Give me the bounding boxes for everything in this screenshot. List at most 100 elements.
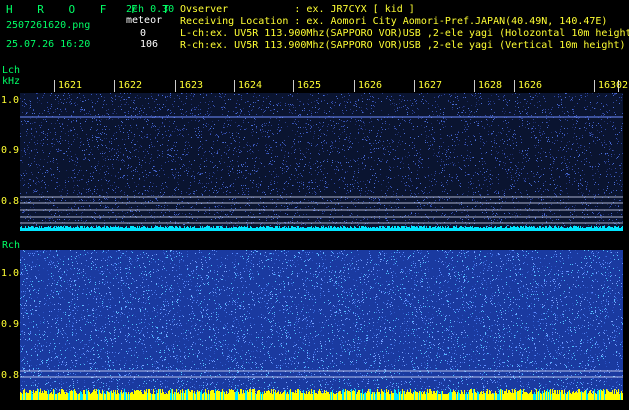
noise-pixel [611,215,612,216]
noise-pixel [451,206,452,207]
noise-pixel [256,128,257,129]
noise-pixel [441,120,442,121]
noise-pixel [535,113,536,114]
noise-pixel [436,226,437,227]
noise-pixel [213,105,214,106]
noise-pixel [215,165,216,166]
noise-pixel [214,190,215,191]
noise-pixel [183,198,184,199]
noise-pixel [457,108,458,109]
noise-pixel [79,93,80,94]
noise-pixel [199,147,200,148]
noise-pixel [118,125,119,126]
noise-pixel [551,132,552,133]
noise-pixel [208,124,209,125]
noise-pixel [95,213,96,214]
noise-pixel [556,195,557,196]
noise-pixel [382,129,383,130]
noise-pixel [509,138,510,139]
noise-pixel [325,183,326,184]
noise-pixel [182,93,183,94]
noise-pixel [65,200,66,201]
noise-pixel [271,174,272,175]
noise-pixel [473,192,474,193]
noise-pixel [224,107,225,108]
noise-pixel [113,226,114,227]
noise-pixel [476,111,477,112]
noise-pixel [317,167,318,168]
noise-pixel [417,153,418,154]
noise-pixel [388,188,389,189]
noise-pixel [338,170,339,171]
noise-pixel [158,207,159,208]
noise-pixel [151,215,152,216]
lch-waterfall [20,93,623,231]
noise-pixel [189,213,190,214]
noise-pixel [432,185,433,186]
noise-pixel [541,160,542,161]
noise-pixel [209,129,210,130]
noise-pixel [559,119,560,120]
noise-pixel [319,154,320,155]
noise-pixel [491,141,492,142]
noise-pixel [350,101,351,102]
noise-pixel [564,134,565,135]
noise-pixel [470,119,471,120]
noise-pixel [253,144,254,145]
noise-pixel [264,166,265,167]
noise-pixel [187,154,188,155]
noise-pixel [41,140,42,141]
noise-pixel [241,110,242,111]
noise-pixel [455,134,456,135]
noise-pixel [345,172,346,173]
noise-pixel [410,190,411,191]
noise-pixel [527,121,528,122]
noise-pixel [249,150,250,151]
noise-pixel [277,105,278,106]
noise-pixel [263,212,264,213]
noise-pixel [604,193,605,194]
noise-pixel [619,97,620,98]
noise-pixel [188,134,189,135]
noise-pixel [602,145,603,146]
noise-pixel [308,182,309,183]
noise-pixel [114,111,115,112]
noise-pixel [589,190,590,191]
noise-pixel [200,102,201,103]
noise-pixel [151,142,152,143]
noise-pixel [349,166,350,167]
noise-pixel [442,198,443,199]
noise-pixel [585,208,586,209]
noise-pixel [411,213,412,214]
noise-pixel [81,193,82,194]
noise-pixel [423,200,424,201]
noise-pixel [569,219,570,220]
noise-pixel [465,97,466,98]
noise-pixel [239,146,240,147]
noise-pixel [414,145,415,146]
noise-pixel [162,183,163,184]
noise-pixel [323,174,324,175]
noise-pixel [434,132,435,133]
noise-pixel [518,178,519,179]
noise-pixel [370,169,371,170]
noise-pixel [371,199,372,200]
noise-pixel [537,158,538,159]
noise-pixel [532,99,533,100]
noise-pixel [262,126,263,127]
noise-pixel [590,133,591,134]
noise-pixel [442,153,443,154]
noise-pixel [520,102,521,103]
noise-pixel [174,177,175,178]
noise-pixel [340,134,341,135]
noise-pixel [414,155,415,156]
noise-pixel [553,158,554,159]
noise-pixel [351,147,352,148]
noise-pixel [600,109,601,110]
noise-pixel [581,97,582,98]
noise-pixel [432,105,433,106]
noise-pixel [31,129,32,130]
noise-pixel [370,207,371,208]
noise-pixel [496,94,497,95]
noise-pixel [340,162,341,163]
